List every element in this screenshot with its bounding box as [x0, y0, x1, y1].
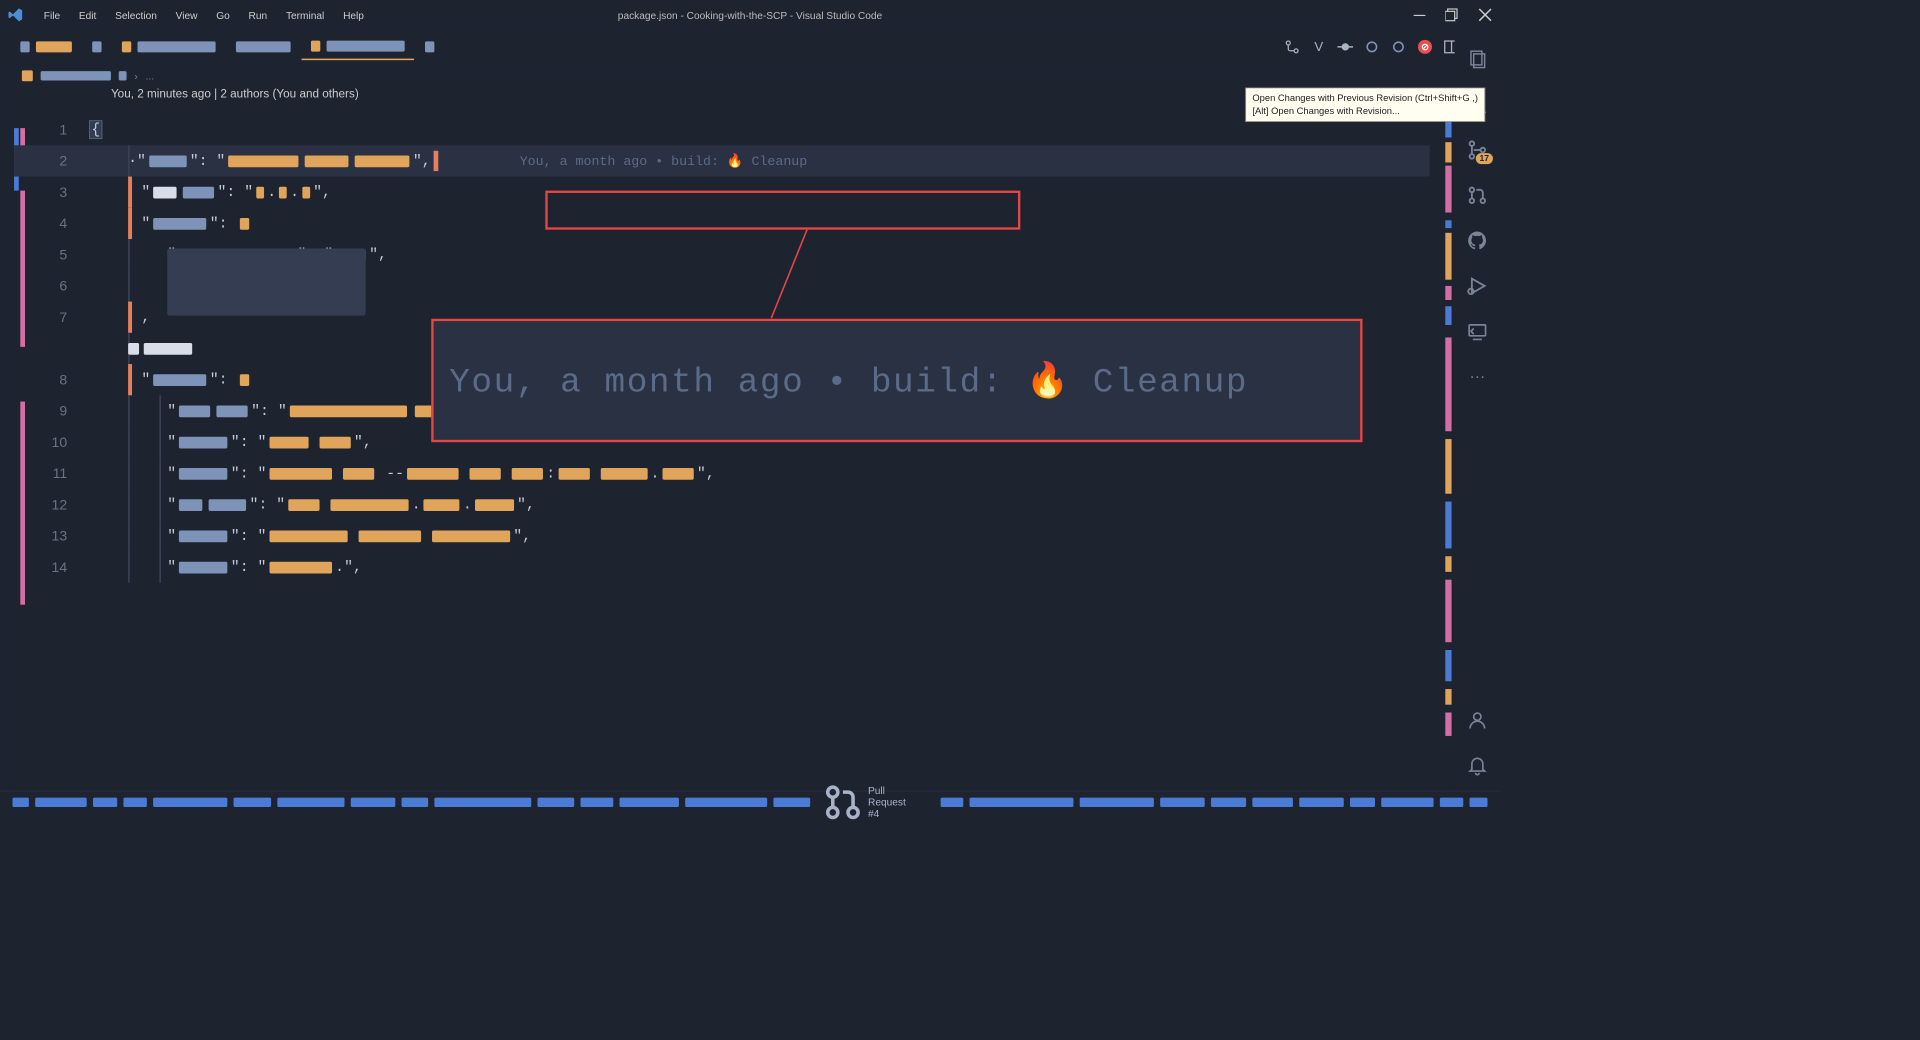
status-item[interactable]	[401, 797, 428, 806]
menu-selection[interactable]: Selection	[106, 4, 167, 25]
close-button[interactable]	[1478, 8, 1492, 22]
tooltip-line1: Open Changes with Previous Revision (Ctr…	[1252, 91, 1478, 104]
notifications-icon[interactable]	[1466, 755, 1488, 777]
commit-icon-2[interactable]	[1391, 39, 1407, 55]
status-item[interactable]	[1079, 797, 1153, 806]
line-number: 4	[14, 215, 89, 231]
status-item[interactable]	[581, 797, 614, 806]
status-item[interactable]	[1470, 797, 1488, 806]
commit-icon-1[interactable]	[1364, 39, 1380, 55]
status-item[interactable]	[1160, 797, 1205, 806]
line-number: 2	[14, 153, 89, 169]
status-item[interactable]	[537, 797, 574, 806]
vscode-logo-icon	[8, 7, 24, 23]
hover-hint	[167, 248, 365, 315]
line-number: 6	[14, 278, 89, 294]
maximize-button[interactable]	[1445, 8, 1459, 22]
tab-2[interactable]	[83, 34, 111, 61]
status-item[interactable]	[1381, 797, 1433, 806]
status-item[interactable]	[277, 797, 344, 806]
status-item[interactable]	[1253, 797, 1293, 806]
toolbar-letter[interactable]: V	[1311, 39, 1327, 55]
menu-run[interactable]: Run	[239, 4, 276, 25]
remote-icon[interactable]	[1466, 320, 1488, 342]
line-number: 10	[14, 434, 89, 450]
menu-edit[interactable]: Edit	[69, 4, 105, 25]
callout-zoom: You, a month ago • build: 🔥 Cleanup	[431, 319, 1362, 442]
line-number: 13	[14, 528, 89, 544]
account-icon[interactable]	[1466, 709, 1488, 731]
line-number: 5	[14, 246, 89, 262]
status-item[interactable]	[13, 797, 29, 806]
menu-go[interactable]: Go	[207, 4, 239, 25]
menu-view[interactable]: View	[166, 4, 207, 25]
status-item[interactable]	[941, 797, 963, 806]
run-debug-icon[interactable]	[1466, 275, 1488, 297]
status-item[interactable]	[1440, 797, 1464, 806]
tab-5[interactable]	[416, 34, 444, 61]
status-bar: Pull Request #4	[0, 791, 1500, 813]
line-number: 9	[14, 403, 89, 419]
commit-prev-icon[interactable]	[1338, 39, 1354, 55]
status-item[interactable]	[153, 797, 227, 806]
gitlens-blame[interactable]: You, a month ago • build: 🔥 Cleanup	[442, 153, 808, 169]
menu-help[interactable]: Help	[334, 4, 374, 25]
status-item[interactable]	[773, 797, 810, 806]
tooltip-line2: [Alt] Open Changes with Revision...	[1252, 105, 1478, 118]
blame-zoom-text: You, a month ago • build: 🔥 Cleanup	[434, 359, 1248, 402]
error-badge-icon[interactable]: ⊘	[1417, 39, 1433, 55]
files-icon[interactable]	[1466, 48, 1488, 70]
status-item[interactable]	[123, 797, 147, 806]
line-number: 7	[14, 309, 89, 325]
github-icon[interactable]	[1466, 230, 1488, 252]
line-number: 14	[14, 559, 89, 575]
tooltip: Open Changes with Previous Revision (Ctr…	[1245, 88, 1485, 122]
editor-tabs: V ⊘ ···	[0, 30, 1500, 64]
more-activity-icon[interactable]: ···	[1466, 366, 1488, 388]
line-number: 11	[14, 465, 89, 481]
menu-terminal[interactable]: Terminal	[277, 4, 334, 25]
status-pull-request[interactable]: Pull Request #4	[823, 782, 906, 823]
title-bar: File Edit Selection View Go Run Terminal…	[0, 0, 1500, 30]
activity-bar: 17 ···	[1455, 36, 1500, 789]
tab-4[interactable]	[227, 34, 300, 61]
status-item[interactable]	[1350, 797, 1375, 806]
tab-3[interactable]	[113, 34, 226, 61]
status-item[interactable]	[350, 797, 395, 806]
status-item[interactable]	[434, 797, 531, 806]
tab-1[interactable]	[11, 34, 81, 61]
pull-request-icon[interactable]	[1466, 184, 1488, 206]
gitlens-header: You, 2 minutes ago | 2 authors (You and …	[14, 88, 1453, 101]
line-number: 8	[14, 371, 89, 387]
window-title: package.json - Cooking-with-the-SCP - Vi…	[618, 9, 882, 21]
minimap[interactable]	[1438, 88, 1452, 790]
status-item[interactable]	[234, 797, 271, 806]
status-item[interactable]	[1211, 797, 1247, 806]
source-control-icon[interactable]: 17	[1466, 139, 1488, 161]
menu-file[interactable]: File	[34, 4, 69, 25]
cursor	[434, 151, 439, 171]
status-item[interactable]	[93, 797, 117, 806]
status-item[interactable]	[619, 797, 678, 806]
line-number: 3	[14, 184, 89, 200]
status-item[interactable]	[1299, 797, 1344, 806]
scm-badge: 17	[1476, 153, 1493, 164]
status-item[interactable]	[685, 797, 767, 806]
minimize-button[interactable]	[1413, 8, 1427, 22]
tab-active[interactable]	[302, 34, 415, 61]
breadcrumb[interactable]: › ...	[0, 64, 1500, 87]
status-item[interactable]	[969, 797, 1073, 806]
line-number: 1	[14, 121, 89, 137]
compare-icon[interactable]	[1284, 39, 1300, 55]
line-number: 12	[14, 496, 89, 512]
status-item[interactable]	[35, 797, 87, 806]
